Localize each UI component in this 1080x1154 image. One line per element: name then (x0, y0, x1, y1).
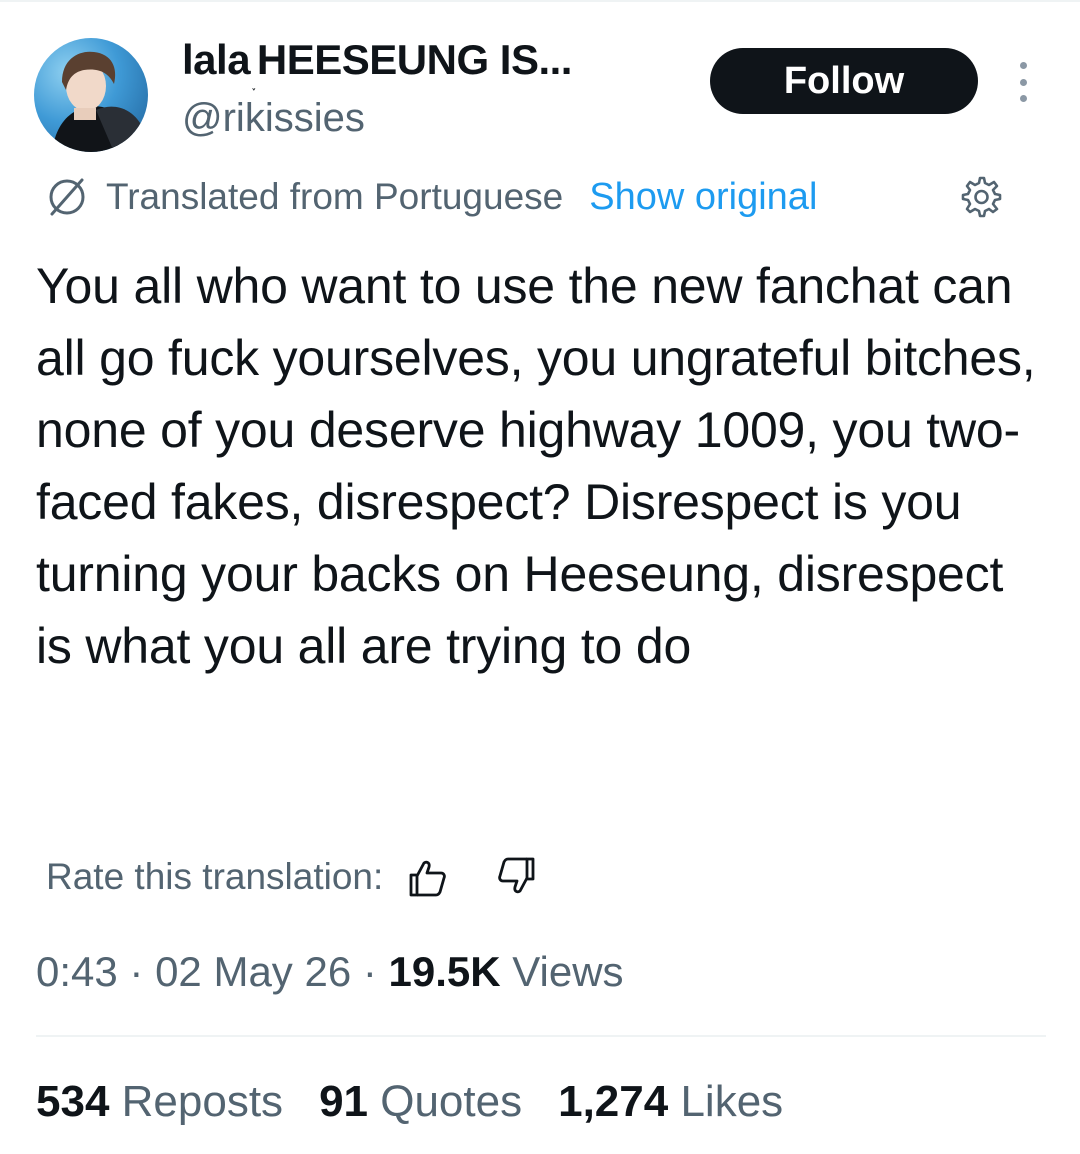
views-label: Views (500, 948, 624, 995)
likes-label: Likes (668, 1077, 784, 1126)
tweet-date[interactable]: 02 May 26 (155, 948, 351, 995)
rate-translation: Rate this translation: (46, 850, 539, 904)
tweet-text: You all who want to use the new fanchat … (36, 258, 1036, 674)
translated-label: Translated from Portuguese (106, 176, 564, 217)
thumb-up-icon[interactable] (405, 855, 449, 899)
display-name-decoration: ˯ (251, 75, 256, 92)
display-name-first: lala (182, 36, 251, 83)
views-count: 19.5K (388, 948, 501, 995)
author-display-name[interactable]: lala˯HEESEUNG IS... (182, 34, 572, 96)
rate-translation-label: Rate this translation: (46, 856, 384, 897)
engagement-stats: 534 Reposts 91 Quotes 1,274 Likes (36, 1074, 819, 1130)
reposts-stat[interactable]: 534 Reposts (36, 1074, 283, 1130)
avatar[interactable] (34, 38, 148, 152)
tweet-meta: 0:43 · 02 May 26 · 19.5K Views (36, 944, 624, 1000)
tweet-time[interactable]: 0:43 (36, 948, 118, 995)
meta-separator: · (117, 948, 156, 995)
meta-separator: · (351, 948, 389, 995)
top-divider (0, 0, 1080, 2)
show-original-link[interactable]: Show original (589, 176, 817, 219)
reposts-label: Reposts (109, 1077, 284, 1126)
stats-divider (36, 1035, 1046, 1037)
gear-icon[interactable] (958, 174, 1002, 218)
likes-stat[interactable]: 1,274 Likes (558, 1074, 783, 1130)
quotes-label: Quotes (368, 1077, 523, 1126)
globe-translate-icon (49, 178, 85, 216)
translation-bar: Translated from Portuguese Show original (44, 172, 817, 222)
likes-count: 1,274 (558, 1077, 669, 1126)
thumb-down-icon[interactable] (495, 855, 539, 899)
author-handle[interactable]: @rikissies (182, 94, 365, 142)
follow-button[interactable]: Follow (710, 48, 978, 114)
quotes-count: 91 (319, 1077, 369, 1126)
display-name-rest: HEESEUNG IS... (256, 36, 573, 83)
quotes-stat[interactable]: 91 Quotes (319, 1074, 522, 1130)
more-vertical-icon[interactable] (1006, 62, 1040, 102)
reposts-count: 534 (36, 1077, 110, 1126)
